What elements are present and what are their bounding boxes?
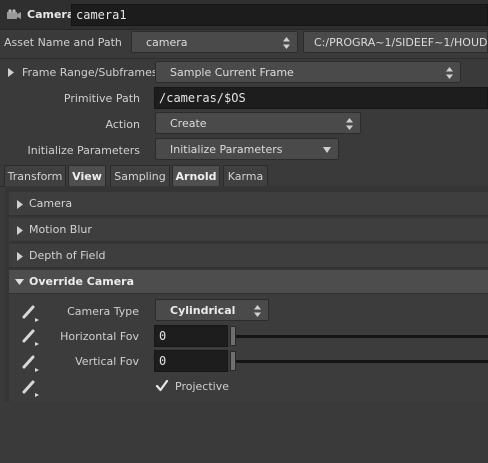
section-override-camera[interactable]: Override Camera bbox=[9, 270, 488, 294]
horizontal-fov-slider-track[interactable] bbox=[232, 335, 488, 338]
horizontal-fov-slider-handle[interactable] bbox=[230, 326, 236, 346]
pencil-icon[interactable] bbox=[21, 302, 41, 322]
section-motion-blur-label: Motion Blur bbox=[29, 223, 92, 236]
init-params-value: Initialize Parameters bbox=[170, 143, 283, 156]
vertical-fov-input[interactable]: 0 bbox=[154, 350, 228, 372]
node-type-label: Camera bbox=[27, 8, 75, 21]
section-depth-of-field-label: Depth of Field bbox=[29, 249, 106, 262]
vertical-fov-slider-handle[interactable] bbox=[230, 351, 236, 371]
camera-type-dropdown[interactable]: Cylindrical bbox=[155, 299, 269, 321]
node-header: Camera camera1 bbox=[0, 0, 488, 30]
section-depth-of-field[interactable]: Depth of Field bbox=[9, 244, 488, 268]
camera-type-label: Camera Type bbox=[67, 305, 139, 318]
asset-label: Asset Name and Path bbox=[4, 36, 122, 49]
frame-range-label: Frame Range/Subframes bbox=[22, 66, 158, 79]
projective-label: Projective bbox=[175, 380, 229, 393]
primitive-path-label: Primitive Path bbox=[63, 92, 140, 105]
frame-range-dropdown[interactable]: Sample Current Frame bbox=[155, 61, 461, 83]
action-value: Create bbox=[170, 117, 207, 130]
tab-view[interactable]: View bbox=[68, 165, 106, 187]
init-params-label: Initialize Parameters bbox=[27, 144, 141, 157]
pencil-icon[interactable] bbox=[21, 326, 41, 346]
action-label: Action bbox=[105, 118, 140, 131]
tab-transform[interactable]: Transform bbox=[4, 165, 66, 187]
triangle-right-icon bbox=[17, 226, 23, 235]
node-name-input[interactable]: camera1 bbox=[71, 4, 488, 26]
triangle-right-icon bbox=[17, 252, 23, 261]
updown-arrows-icon bbox=[283, 37, 290, 49]
camera-node-icon[interactable] bbox=[6, 9, 22, 21]
tab-arnold[interactable]: Arnold bbox=[172, 165, 220, 187]
checkmark-icon[interactable] bbox=[155, 379, 169, 393]
triangle-down-icon bbox=[15, 279, 24, 285]
section-camera[interactable]: Camera bbox=[9, 192, 488, 216]
pencil-icon[interactable] bbox=[21, 352, 41, 372]
vertical-fov-value: 0 bbox=[159, 354, 167, 368]
node-name-text: camera1 bbox=[76, 8, 127, 22]
asset-name-value: camera bbox=[146, 36, 188, 49]
tab-sampling[interactable]: Sampling bbox=[110, 165, 170, 187]
section-motion-blur[interactable]: Motion Blur bbox=[9, 218, 488, 242]
primitive-path-input[interactable]: /cameras/$OS bbox=[154, 87, 488, 109]
divider bbox=[0, 58, 488, 59]
section-override-camera-label: Override Camera bbox=[29, 275, 135, 288]
pencil-icon[interactable] bbox=[21, 377, 41, 397]
triangle-right-icon bbox=[17, 200, 23, 209]
triangle-right-icon[interactable] bbox=[8, 68, 14, 77]
asset-path-value: C:/PROGRA~1/SIDEEF~1/HOUDIN~ bbox=[314, 36, 488, 49]
init-params-dropdown[interactable]: Initialize Parameters bbox=[155, 138, 339, 160]
primitive-path-value: /cameras/$OS bbox=[159, 91, 246, 105]
horizontal-fov-input[interactable]: 0 bbox=[154, 325, 228, 347]
chevron-down-icon bbox=[323, 147, 331, 153]
horizontal-fov-value: 0 bbox=[159, 329, 167, 343]
horizontal-fov-label: Horizontal Fov bbox=[60, 330, 139, 343]
updown-arrows-icon bbox=[446, 67, 453, 79]
asset-name-dropdown[interactable]: camera bbox=[131, 31, 298, 53]
frame-range-value: Sample Current Frame bbox=[170, 66, 294, 79]
camera-type-value: Cylindrical bbox=[170, 304, 236, 317]
asset-path-field[interactable]: C:/PROGRA~1/SIDEEF~1/HOUDIN~ bbox=[303, 31, 488, 53]
section-camera-label: Camera bbox=[29, 197, 73, 210]
tab-karma[interactable]: Karma bbox=[223, 165, 268, 187]
action-dropdown[interactable]: Create bbox=[155, 112, 361, 134]
updown-arrows-icon bbox=[254, 305, 261, 317]
updown-arrows-icon bbox=[346, 118, 353, 130]
vertical-fov-slider-track[interactable] bbox=[232, 360, 488, 363]
vertical-fov-label: Vertical Fov bbox=[75, 355, 139, 368]
